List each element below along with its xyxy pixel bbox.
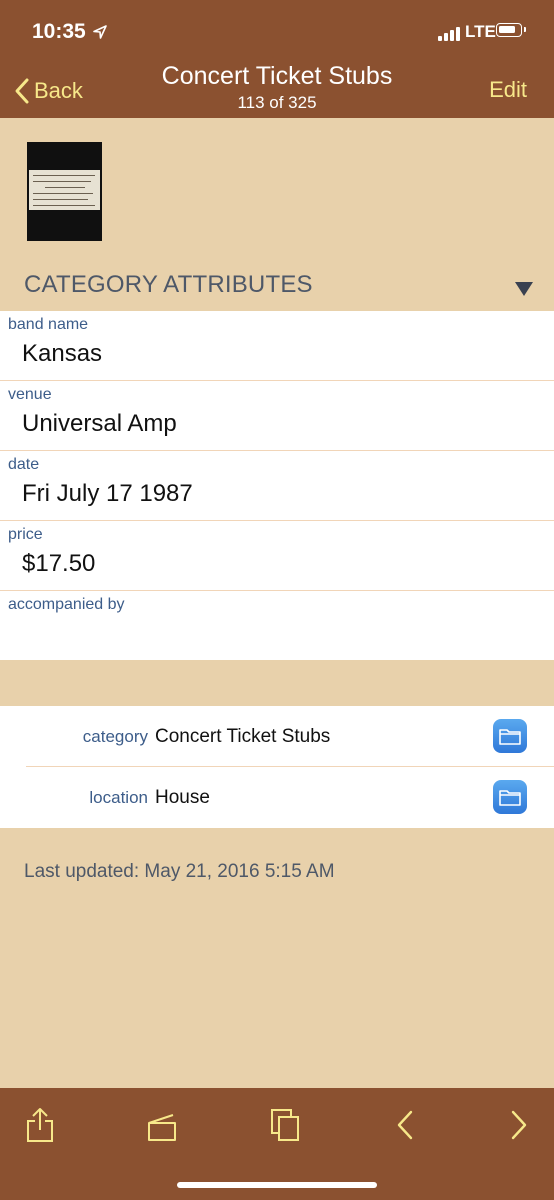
attribute-label: accompanied by <box>8 596 125 613</box>
battery-icon <box>496 23 526 37</box>
location-arrow-icon <box>93 25 107 39</box>
next-icon[interactable] <box>500 1106 534 1144</box>
category-row[interactable]: category Concert Ticket Stubs <box>0 706 554 766</box>
share-icon[interactable] <box>23 1106 57 1144</box>
attribute-label: band name <box>8 316 89 333</box>
attribute-row-accompanied-by[interactable]: accompanied by <box>0 591 554 660</box>
attribute-row-price[interactable]: price $17.50 <box>0 521 554 591</box>
section-header: CATEGORY ATTRIBUTES <box>24 271 313 298</box>
navigation-bar: Back Concert Ticket Stubs 113 of 325 Edi… <box>0 62 554 118</box>
previous-icon[interactable] <box>390 1106 424 1144</box>
category-folder-button[interactable] <box>493 719 527 753</box>
duplicate-icon[interactable] <box>268 1106 302 1144</box>
attribute-value: Fri July 17 1987 <box>22 480 193 507</box>
edit-button[interactable]: Edit <box>489 77 527 103</box>
record-counter: 113 of 325 <box>237 93 317 112</box>
ticket-thumbnail[interactable] <box>27 142 102 241</box>
status-bar: 10:35 LTE <box>0 0 554 64</box>
location-folder-button[interactable] <box>493 780 527 814</box>
status-time: 10:35 <box>32 20 86 43</box>
attribute-value: $17.50 <box>22 550 96 577</box>
location-label: location <box>89 788 148 807</box>
network-type: LTE <box>465 22 496 41</box>
category-location-panel: category Concert Ticket Stubs location H… <box>0 706 554 828</box>
folder-icon <box>499 790 521 806</box>
attribute-row-date[interactable]: date Fri July 17 1987 <box>0 451 554 521</box>
attribute-label: price <box>8 526 43 543</box>
ticket-image <box>29 170 100 210</box>
collapse-triangle-icon[interactable] <box>514 281 534 297</box>
location-row[interactable]: location House <box>0 767 554 827</box>
row-divider <box>26 766 554 767</box>
category-value: Concert Ticket Stubs <box>155 726 331 747</box>
folder-icon <box>499 729 521 745</box>
category-label: category <box>82 727 148 746</box>
page-title: Concert Ticket Stubs <box>161 62 393 90</box>
tag-icon[interactable] <box>145 1106 179 1144</box>
location-value: House <box>155 787 210 808</box>
last-updated-text: Last updated: May 21, 2016 5:15 AM <box>24 861 335 882</box>
attribute-row-band-name[interactable]: band name Kansas <box>0 311 554 381</box>
attribute-value: Universal Amp <box>22 410 177 437</box>
attribute-row-venue[interactable]: venue Universal Amp <box>0 381 554 451</box>
attribute-label: venue <box>8 386 52 403</box>
signal-icon <box>438 27 464 41</box>
attributes-list: band name Kansas venue Universal Amp dat… <box>0 311 554 660</box>
home-indicator[interactable] <box>177 1182 377 1188</box>
attribute-label: date <box>8 456 40 473</box>
attribute-value: Kansas <box>22 340 103 367</box>
